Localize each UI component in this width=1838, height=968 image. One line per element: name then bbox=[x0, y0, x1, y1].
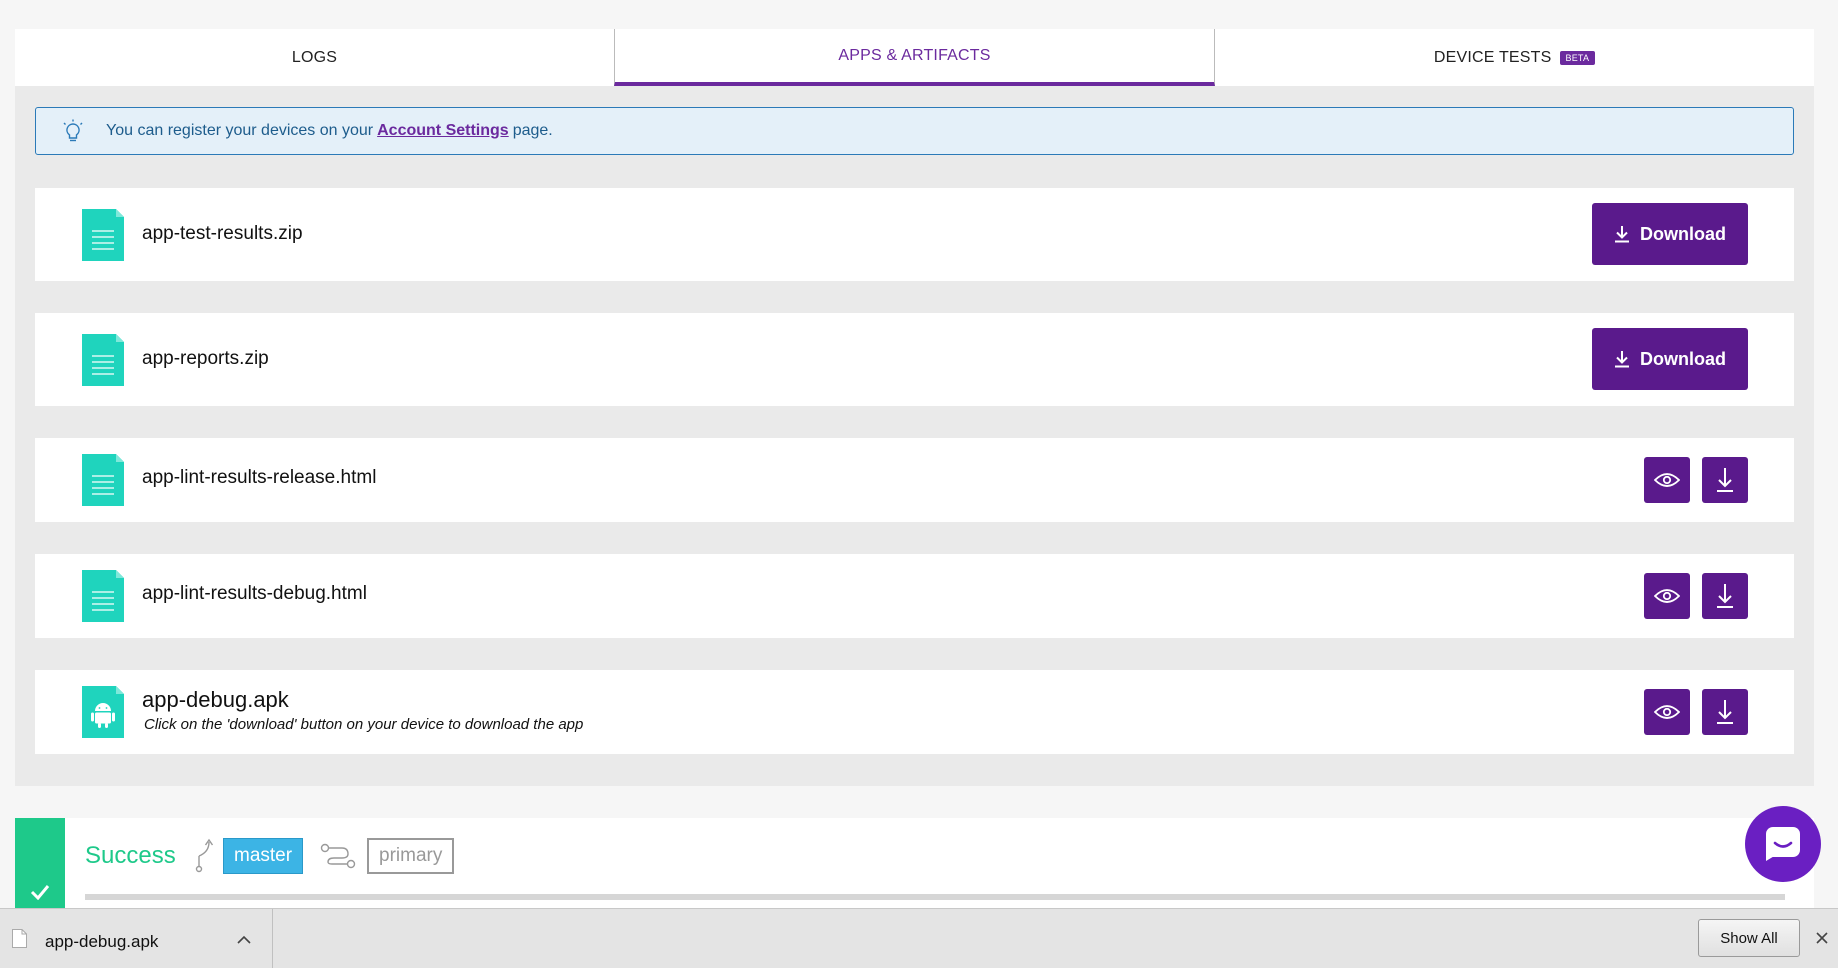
download-icon bbox=[1717, 584, 1733, 608]
account-settings-link[interactable]: Account Settings bbox=[377, 122, 509, 140]
workflow-icon bbox=[320, 843, 356, 869]
download-button[interactable]: Download bbox=[1592, 328, 1748, 390]
artifact-row: app-reports.zip Download bbox=[35, 313, 1794, 406]
artifact-name: app-lint-results-release.html bbox=[142, 467, 377, 488]
file-icon bbox=[12, 929, 27, 948]
download-button[interactable]: Download bbox=[1592, 203, 1748, 265]
android-icon bbox=[82, 686, 124, 738]
chevron-up-icon[interactable] bbox=[237, 935, 251, 944]
checkmark-icon bbox=[30, 885, 50, 900]
tab-device-tests[interactable]: DEVICE TESTS BETA bbox=[1215, 29, 1814, 86]
download-button[interactable] bbox=[1702, 573, 1748, 619]
artifact-name: app-reports.zip bbox=[142, 348, 269, 369]
chat-icon bbox=[1766, 827, 1800, 861]
download-icon bbox=[1615, 351, 1629, 368]
status-bar bbox=[15, 818, 65, 908]
eye-icon bbox=[1654, 589, 1680, 603]
artifact-row: app-debug.apk Click on the 'download' bu… bbox=[35, 670, 1794, 754]
progress-track bbox=[85, 894, 1785, 900]
preview-button[interactable] bbox=[1644, 689, 1690, 735]
document-icon bbox=[82, 334, 124, 386]
artifact-name: app-lint-results-debug.html bbox=[142, 583, 367, 604]
download-icon bbox=[1615, 226, 1629, 243]
tab-logs[interactable]: LOGS bbox=[15, 29, 614, 86]
info-text: You can register your devices on your bbox=[106, 122, 374, 139]
artifacts-panel: You can register your devices on your Ac… bbox=[15, 86, 1814, 786]
artifact-row: app-test-results.zip Download bbox=[35, 188, 1794, 281]
artifact-row: app-lint-results-debug.html bbox=[35, 554, 1794, 638]
download-filename: app-debug.apk bbox=[45, 932, 159, 951]
eye-icon bbox=[1654, 473, 1680, 487]
workflow-badge[interactable]: primary bbox=[367, 838, 455, 874]
download-item[interactable]: app-debug.apk bbox=[0, 909, 273, 968]
download-icon bbox=[1717, 700, 1733, 724]
info-suffix: page. bbox=[512, 122, 553, 139]
tab-bar: LOGS APPS & ARTIFACTS DEVICE TESTS BETA bbox=[15, 29, 1814, 86]
downloads-bar: app-debug.apk Show All bbox=[0, 908, 1838, 968]
download-icon bbox=[1717, 468, 1733, 492]
info-banner: You can register your devices on your Ac… bbox=[35, 107, 1794, 155]
artifact-note: Click on the 'download' button on your d… bbox=[144, 716, 584, 733]
branch-icon bbox=[195, 838, 214, 873]
show-all-button[interactable]: Show All bbox=[1698, 919, 1800, 957]
build-summary[interactable]: Success master primary bbox=[15, 818, 1814, 908]
beta-badge: BETA bbox=[1559, 50, 1596, 65]
download-button[interactable] bbox=[1702, 457, 1748, 503]
download-button[interactable] bbox=[1702, 689, 1748, 735]
lightbulb-icon bbox=[63, 119, 83, 142]
build-status: Success bbox=[85, 842, 176, 869]
close-icon[interactable] bbox=[1815, 931, 1829, 945]
branch-badge[interactable]: master bbox=[223, 838, 304, 874]
chat-launcher-button[interactable] bbox=[1745, 806, 1821, 882]
document-icon bbox=[82, 209, 124, 261]
eye-icon bbox=[1654, 705, 1680, 719]
artifact-name: app-debug.apk bbox=[142, 687, 289, 712]
tab-apps-artifacts[interactable]: APPS & ARTIFACTS bbox=[614, 29, 1215, 86]
document-icon bbox=[82, 570, 124, 622]
artifact-name: app-test-results.zip bbox=[142, 223, 303, 244]
document-icon bbox=[82, 454, 124, 506]
artifact-row: app-lint-results-release.html bbox=[35, 438, 1794, 522]
preview-button[interactable] bbox=[1644, 573, 1690, 619]
preview-button[interactable] bbox=[1644, 457, 1690, 503]
